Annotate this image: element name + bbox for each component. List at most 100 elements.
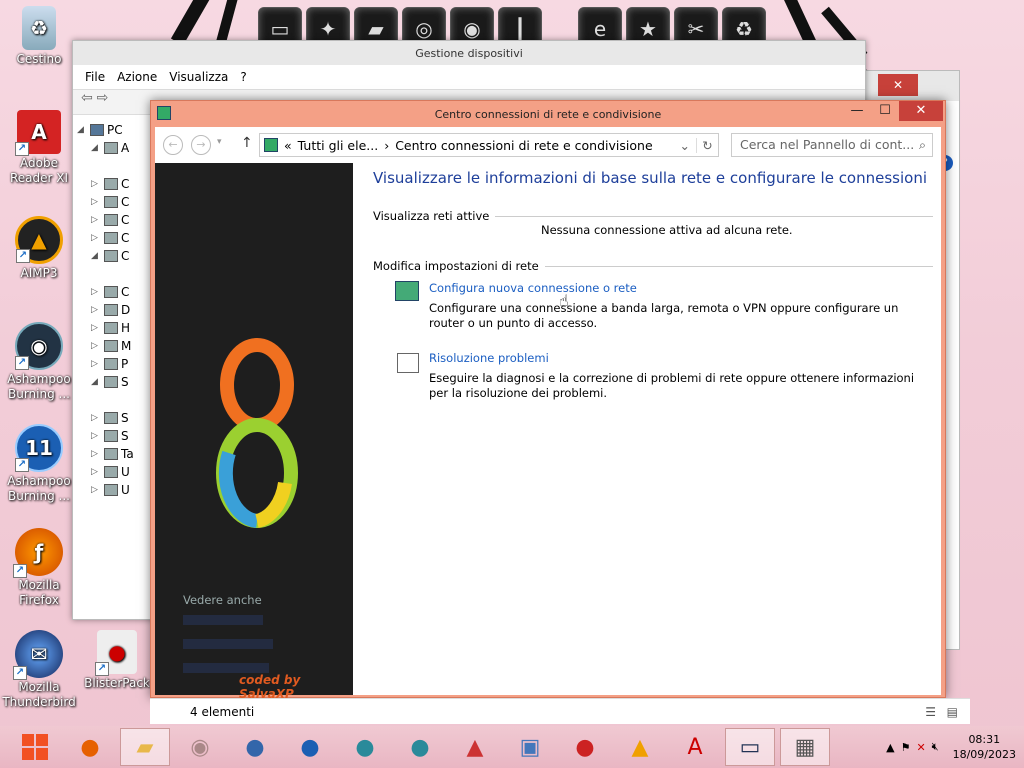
details-view-icon[interactable]: ☰ bbox=[925, 699, 936, 725]
flag-icon[interactable]: ⚑ bbox=[901, 741, 911, 754]
desktop-icon-thunderbird[interactable]: ✉ ↗ Mozilla Thunderbird bbox=[2, 630, 76, 710]
tree-item[interactable]: ▷ H bbox=[77, 319, 157, 337]
taskbar-aimp[interactable]: ▲ bbox=[615, 728, 665, 766]
breadcrumb-all-items[interactable]: Tutti gli ele... bbox=[298, 138, 379, 153]
device-icon bbox=[104, 340, 118, 352]
blisterpack-icon: ● ↗ bbox=[95, 630, 137, 676]
up-button[interactable]: ↑ bbox=[241, 135, 253, 151]
device-icon bbox=[104, 142, 118, 154]
see-also-link[interactable] bbox=[183, 639, 273, 649]
taskbar-hat[interactable]: ● bbox=[560, 728, 610, 766]
see-also-link[interactable] bbox=[183, 615, 263, 625]
tree-item[interactable]: ▷ C bbox=[77, 211, 157, 229]
device-manager-icon: ▦ bbox=[794, 734, 816, 760]
new-connection-icon bbox=[395, 281, 419, 301]
tree-item[interactable]: ▷ C bbox=[77, 229, 157, 247]
menu-file[interactable]: File bbox=[85, 70, 105, 84]
disc11-icon: 11 ↗ bbox=[15, 424, 63, 472]
tree-item[interactable]: ▷ Ta bbox=[77, 445, 157, 463]
desktop-icon-label: Mozilla Firefox bbox=[18, 578, 60, 607]
hand-cursor-icon: ☝ bbox=[559, 291, 569, 310]
desktop-icon-ashampoo1[interactable]: ◉ ↗ Ashampoo Burning ... bbox=[2, 322, 76, 402]
device-icon bbox=[104, 448, 118, 460]
taskbar-windows[interactable]: ▣ bbox=[505, 728, 555, 766]
breadcrumb-network-center[interactable]: Centro connessioni di rete e condivision… bbox=[395, 138, 652, 153]
active-networks-section: Visualizza reti attive bbox=[373, 209, 933, 223]
desktop-icon-ashampoo2[interactable]: 11 ↗ Ashampoo Burning ... bbox=[2, 424, 76, 504]
globe-icon: ● bbox=[410, 734, 430, 760]
tree-item[interactable]: ▷ M bbox=[77, 337, 157, 355]
history-dropdown-icon[interactable]: ▾ bbox=[217, 137, 222, 147]
desktop-icon-aimp[interactable]: ▲ ↗ AIMP3 bbox=[2, 216, 76, 281]
desktop-icon-adobe[interactable]: A ↗ Adobe Reader XI bbox=[2, 110, 76, 186]
menu-view[interactable]: Visualizza bbox=[169, 70, 228, 84]
tree-item[interactable]: ▷ C bbox=[77, 283, 157, 301]
taskbar-thunderbird[interactable]: ● bbox=[230, 728, 280, 766]
tree-item[interactable]: ◢ A bbox=[77, 139, 157, 157]
firefox-icon: ● bbox=[80, 734, 100, 760]
refresh-icon[interactable]: ↻ bbox=[696, 137, 718, 153]
windows-icon bbox=[22, 734, 48, 760]
taskbar-network[interactable]: ▭ bbox=[725, 728, 775, 766]
desktop-icon-blisterpack[interactable]: ● ↗ BlisterPack bbox=[80, 630, 154, 691]
taskbar-disc[interactable]: ◉ bbox=[175, 728, 225, 766]
taskbar-firefox[interactable]: ● bbox=[65, 728, 115, 766]
close-button[interactable]: ✕ bbox=[899, 101, 943, 121]
sidebar-link[interactable] bbox=[183, 211, 323, 239]
credit-text: coded by SalvaXP bbox=[239, 673, 301, 701]
pdf-icon: A ↗ bbox=[15, 110, 61, 156]
title-bar[interactable]: Centro connessioni di rete e condivision… bbox=[151, 101, 945, 127]
tree-item[interactable]: ▷ C bbox=[77, 193, 157, 211]
device-icon bbox=[104, 304, 118, 316]
start-button[interactable] bbox=[10, 728, 60, 766]
tree-item[interactable]: ▷ C bbox=[77, 175, 157, 193]
device-icon bbox=[104, 214, 118, 226]
back-button[interactable]: ← bbox=[163, 135, 183, 155]
tiles-view-icon[interactable]: ▤ bbox=[947, 699, 958, 725]
tray-expand-icon[interactable]: ▲ bbox=[886, 741, 894, 754]
maximize-button[interactable]: ☐ bbox=[871, 101, 899, 121]
tree-item[interactable]: ▷ D bbox=[77, 301, 157, 319]
sidebar-link[interactable] bbox=[183, 239, 323, 267]
tree-item[interactable]: ▷ S bbox=[77, 409, 157, 427]
troubleshoot-link[interactable]: Risoluzione problemi bbox=[429, 351, 929, 365]
address-bar: ← → ▾ ↑ « Tutti gli ele... › Centro conn… bbox=[155, 127, 941, 163]
forward-button[interactable]: → bbox=[191, 135, 211, 155]
desktop-icon-firefox[interactable]: ƒ ↗ Mozilla Firefox bbox=[2, 528, 76, 608]
sidebar-link[interactable] bbox=[183, 181, 323, 211]
clock-date: 18/09/2023 bbox=[952, 748, 1016, 761]
forward-arrow-icon[interactable]: ⇨ bbox=[97, 90, 109, 106]
volume-muted-icon[interactable]: 🔇︎ bbox=[932, 740, 939, 754]
taskbar-explorer[interactable]: ▰ bbox=[120, 728, 170, 766]
back-arrow-icon[interactable]: ⇦ bbox=[81, 90, 93, 106]
chevron-down-icon[interactable]: ⌄ bbox=[680, 138, 690, 153]
menu-help[interactable]: ? bbox=[240, 70, 246, 84]
taskbar-ashampoo[interactable]: ● bbox=[340, 728, 390, 766]
task-troubleshoot: Risoluzione problemi Eseguire la diagnos… bbox=[429, 351, 929, 401]
address-field[interactable]: « Tutti gli ele... › Centro connessioni … bbox=[259, 133, 719, 157]
tree-item[interactable]: ▷ U bbox=[77, 463, 157, 481]
search-input[interactable]: Cerca nel Pannello di cont... ⌕ bbox=[731, 133, 933, 157]
network-status-icon[interactable]: ✕ bbox=[916, 741, 925, 754]
search-icon[interactable]: ⌕ bbox=[919, 134, 926, 156]
taskbar-globe[interactable]: ● bbox=[395, 728, 445, 766]
modify-settings-section: Modifica impostazioni di rete bbox=[373, 259, 933, 273]
see-also-link[interactable] bbox=[183, 663, 269, 673]
taskbar-devmgr[interactable]: ▦ bbox=[780, 728, 830, 766]
background-close-button[interactable]: ✕ bbox=[878, 74, 918, 96]
taskbar-ashampoo11[interactable]: ● bbox=[285, 728, 335, 766]
tree-root[interactable]: ◢ PC bbox=[77, 121, 157, 139]
tree-item[interactable]: ▷ U bbox=[77, 481, 157, 499]
tree-item[interactable]: ◢ C bbox=[77, 247, 157, 265]
taskbar-pdf[interactable]: A bbox=[670, 728, 720, 766]
minimize-button[interactable]: — bbox=[843, 101, 871, 121]
new-connection-link[interactable]: Configura nuova connessione o rete bbox=[429, 281, 929, 295]
desktop-icon-cestino[interactable]: ♻ Cestino bbox=[2, 6, 76, 67]
taskbar-tools[interactable]: ▲ bbox=[450, 728, 500, 766]
tree-item[interactable]: ◢ S bbox=[77, 373, 157, 391]
menu-action[interactable]: Azione bbox=[117, 70, 157, 84]
tree-item[interactable]: ▷ P bbox=[77, 355, 157, 373]
tree-item[interactable]: ▷ S bbox=[77, 427, 157, 445]
thunderbird-icon: ✉ ↗ bbox=[13, 630, 63, 680]
clock[interactable]: 08:31 18/09/2023 bbox=[953, 732, 1016, 762]
